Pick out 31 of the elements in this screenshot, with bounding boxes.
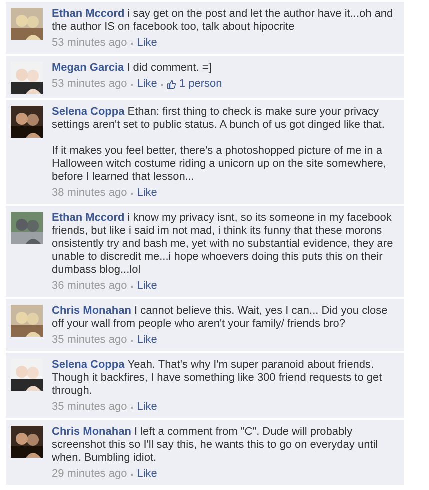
timestamp: 29 minutes ago — [52, 468, 128, 481]
comment-text: Selena Coppa Yeah. That's why I'm super paranoid about friends. Though it backfires, I have something like 300 friend requests to get through. — [52, 359, 384, 398]
timestamp: 53 minutes ago — [52, 37, 128, 50]
comment-text: Ethan Mccord i say get on the post and let the author have it...oh and the author IS on facebook too, talk about hipocrite — [52, 8, 394, 34]
timestamp: 53 minutes ago — [52, 78, 128, 91]
comment-text: Chris Monahan I left a comment from "C". Dude will probably screenshot this so I'll say this, he wants this to go on everyday until when. Bumbling idiot. — [52, 426, 380, 465]
author-link[interactable]: Chris Monahan — [52, 305, 132, 317]
thumbs-up-icon — [167, 80, 176, 89]
like-link[interactable]: Like — [137, 37, 158, 50]
timestamp: 36 minutes ago — [52, 280, 128, 293]
timestamp: 35 minutes ago — [52, 401, 128, 414]
like-link[interactable]: Like — [137, 334, 158, 347]
comment-text: Selena Coppa Ethan: first thing to check is make sure your privacy settings aren't set to public status. A bunch of us got dinged like that. — [52, 106, 386, 132]
timestamp: 35 minutes ago — [52, 334, 128, 347]
comment-text: If it makes you feel better, there's a photoshopped picture of me in a Halloween witch costume riding a unicorn up on the site somewhere, before I learned that lesson... — [52, 145, 388, 184]
author-link[interactable]: Ethan Mccord — [52, 8, 125, 20]
comment-text: Megan Garcia I did comment. =] — [52, 62, 213, 75]
timestamp: 38 minutes ago — [52, 187, 128, 200]
likes-count-link[interactable]: 1 person — [179, 78, 222, 91]
author-link[interactable]: Selena Coppa — [52, 359, 125, 371]
author-link[interactable]: Megan Garcia — [52, 62, 124, 74]
like-link[interactable]: Like — [137, 78, 158, 91]
comment-text: Ethan Mccord i know my privacy isnt, so its someone in my facebook friends, but like i said im not mad, i think its funny that these morons onsistently try and bash me, yet with no substantial evidence, they are unable to discredit me...i hope whoevers doing this puts this on their dumbass blog...lol — [52, 212, 394, 277]
like-link[interactable]: Like — [137, 280, 158, 293]
like-link[interactable]: Like — [137, 468, 158, 481]
comment-text: Chris Monahan I cannot believe this. Wait, yes I can... Did you close off your wall from people who aren't your family/ friends bro? — [52, 305, 389, 331]
author-link[interactable]: Chris Monahan — [52, 426, 132, 438]
like-link[interactable]: Like — [137, 401, 158, 414]
author-link[interactable]: Ethan Mccord — [52, 212, 125, 224]
like-link[interactable]: Like — [137, 187, 158, 200]
author-link[interactable]: Selena Coppa — [52, 106, 125, 118]
